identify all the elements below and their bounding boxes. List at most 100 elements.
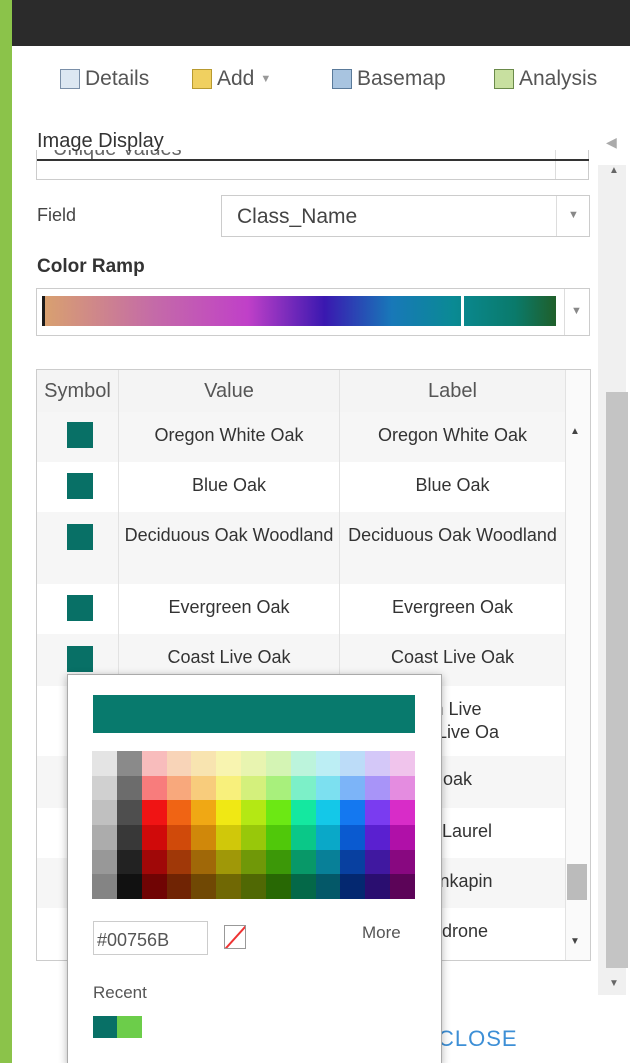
- palette-swatch[interactable]: [315, 874, 341, 899]
- palette-swatch[interactable]: [116, 849, 142, 875]
- field-select[interactable]: Class_Name ▼: [221, 195, 590, 237]
- palette-swatch[interactable]: [191, 824, 217, 850]
- palette-swatch[interactable]: [92, 874, 117, 899]
- palette-swatch[interactable]: [390, 800, 415, 825]
- chevron-down-icon[interactable]: ▼: [571, 305, 582, 317]
- table-scrollbar-thumb[interactable]: [567, 864, 587, 900]
- palette-swatch[interactable]: [191, 775, 217, 801]
- row-label[interactable]: Coast Live Oak: [340, 646, 565, 669]
- palette-swatch[interactable]: [216, 775, 242, 801]
- row-label[interactable]: Blue Oak: [340, 474, 565, 497]
- palette-swatch[interactable]: [191, 800, 217, 825]
- palette-swatch[interactable]: [315, 849, 341, 875]
- palette-swatch[interactable]: [241, 849, 266, 875]
- palette-swatch[interactable]: [290, 849, 316, 875]
- row-label[interactable]: Deciduous Oak Woodland: [340, 524, 565, 547]
- palette-swatch[interactable]: [265, 849, 291, 875]
- palette-swatch[interactable]: [216, 824, 242, 850]
- palette-swatch[interactable]: [141, 849, 167, 875]
- palette-swatch[interactable]: [141, 751, 167, 776]
- palette-swatch[interactable]: [241, 824, 266, 850]
- palette-swatch[interactable]: [116, 775, 142, 801]
- symbol-swatch[interactable]: [67, 595, 93, 621]
- palette-swatch[interactable]: [116, 874, 142, 899]
- palette-swatch[interactable]: [390, 775, 415, 801]
- palette-swatch[interactable]: [340, 849, 366, 875]
- palette-swatch[interactable]: [365, 800, 391, 825]
- palette-swatch[interactable]: [166, 775, 192, 801]
- palette-swatch[interactable]: [141, 874, 167, 899]
- palette-swatch[interactable]: [340, 874, 366, 899]
- no-color-icon[interactable]: [224, 925, 246, 949]
- palette-swatch[interactable]: [265, 874, 291, 899]
- scroll-up-icon[interactable]: ▲: [609, 165, 619, 176]
- palette-swatch[interactable]: [166, 751, 192, 776]
- more-colors-link[interactable]: More: [362, 923, 401, 943]
- palette-swatch[interactable]: [166, 874, 192, 899]
- palette-swatch[interactable]: [191, 849, 217, 875]
- palette-swatch[interactable]: [390, 824, 415, 850]
- palette-swatch[interactable]: [141, 800, 167, 825]
- close-button[interactable]: CLOSE: [438, 1026, 518, 1052]
- palette-swatch[interactable]: [315, 800, 341, 825]
- chevron-down-icon[interactable]: ▼: [568, 209, 579, 221]
- palette-swatch[interactable]: [290, 874, 316, 899]
- symbol-swatch[interactable]: [67, 422, 93, 448]
- add-button[interactable]: Add ▼: [192, 66, 271, 92]
- palette-swatch[interactable]: [340, 775, 366, 801]
- symbol-swatch[interactable]: [67, 524, 93, 550]
- table-row[interactable]: Deciduous Oak Woodland Deciduous Oak Woo…: [37, 512, 565, 584]
- table-row[interactable]: Evergreen Oak Evergreen Oak: [37, 584, 565, 634]
- recent-color-swatch[interactable]: [117, 1016, 142, 1038]
- palette-swatch[interactable]: [390, 849, 415, 875]
- scroll-down-icon[interactable]: ▼: [609, 978, 619, 989]
- palette-swatch[interactable]: [166, 824, 192, 850]
- palette-swatch[interactable]: [290, 751, 316, 776]
- recent-color-swatch[interactable]: [93, 1016, 117, 1038]
- palette-swatch[interactable]: [340, 800, 366, 825]
- palette-swatch[interactable]: [265, 751, 291, 776]
- palette-swatch[interactable]: [216, 751, 242, 776]
- palette-swatch[interactable]: [265, 824, 291, 850]
- row-label[interactable]: Evergreen Oak: [340, 596, 565, 619]
- color-ramp-select[interactable]: ▼: [36, 288, 590, 336]
- table-row[interactable]: Oregon White Oak Oregon White Oak: [37, 412, 565, 462]
- palette-swatch[interactable]: [191, 874, 217, 899]
- palette-swatch[interactable]: [191, 751, 217, 776]
- palette-swatch[interactable]: [141, 824, 167, 850]
- palette-swatch[interactable]: [390, 751, 415, 776]
- symbol-swatch[interactable]: [67, 473, 93, 499]
- palette-swatch[interactable]: [290, 775, 316, 801]
- palette-swatch[interactable]: [340, 824, 366, 850]
- hex-color-input[interactable]: [93, 921, 208, 955]
- palette-swatch[interactable]: [116, 751, 142, 776]
- collapse-panel-icon[interactable]: ◀: [606, 134, 617, 151]
- palette-swatch[interactable]: [365, 775, 391, 801]
- symbol-swatch[interactable]: [67, 646, 93, 672]
- palette-swatch[interactable]: [265, 775, 291, 801]
- palette-swatch[interactable]: [290, 800, 316, 825]
- palette-swatch[interactable]: [315, 824, 341, 850]
- palette-swatch[interactable]: [92, 849, 117, 875]
- details-button[interactable]: Details: [60, 66, 149, 92]
- palette-swatch[interactable]: [216, 874, 242, 899]
- palette-swatch[interactable]: [365, 874, 391, 899]
- scroll-down-icon[interactable]: ▼: [570, 936, 580, 947]
- palette-swatch[interactable]: [92, 800, 117, 825]
- palette-swatch[interactable]: [365, 824, 391, 850]
- palette-swatch[interactable]: [92, 824, 117, 850]
- panel-scrollbar-thumb[interactable]: [606, 392, 628, 968]
- palette-swatch[interactable]: [141, 775, 167, 801]
- analysis-button[interactable]: Analysis: [494, 66, 597, 92]
- palette-swatch[interactable]: [92, 775, 117, 801]
- table-row[interactable]: Blue Oak Blue Oak: [37, 462, 565, 512]
- palette-swatch[interactable]: [241, 874, 266, 899]
- basemap-button[interactable]: Basemap: [332, 66, 446, 92]
- palette-swatch[interactable]: [241, 775, 266, 801]
- palette-swatch[interactable]: [241, 751, 266, 776]
- palette-swatch[interactable]: [390, 874, 415, 899]
- scroll-up-icon[interactable]: ▲: [570, 426, 580, 437]
- palette-swatch[interactable]: [116, 800, 142, 825]
- palette-swatch[interactable]: [365, 751, 391, 776]
- palette-swatch[interactable]: [365, 849, 391, 875]
